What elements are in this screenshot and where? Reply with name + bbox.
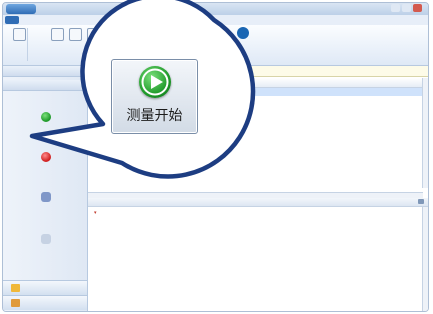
magnifier-callout (29, 0, 256, 179)
start-measurement-button-zoomed[interactable]: 测量开始 (111, 59, 198, 134)
play-icon (139, 66, 171, 98)
start-measurement-label: 测量开始 (126, 108, 183, 124)
play-triangle (141, 68, 169, 96)
